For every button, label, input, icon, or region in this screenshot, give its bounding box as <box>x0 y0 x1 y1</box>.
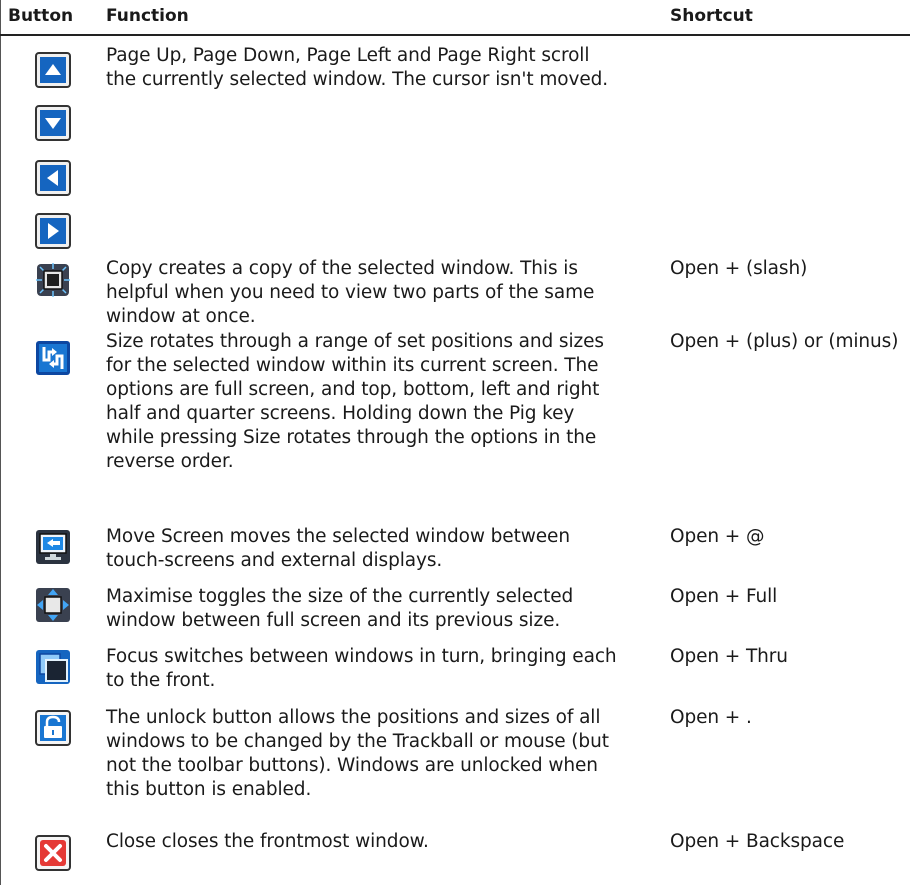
header-button: Button <box>8 6 74 26</box>
function-line: this button is enabled. <box>106 779 312 800</box>
row-unlock-function: The unlock button allows the positions a… <box>106 706 666 802</box>
row-move-screen-function: Move Screen moves the selected window be… <box>106 525 666 573</box>
function-line: helpful when you need to view two parts … <box>106 282 595 303</box>
focus-icon <box>35 649 71 685</box>
row-move-screen-shortcut: Open + @ <box>670 526 765 547</box>
function-line: Move Screen moves the selected window be… <box>106 526 570 547</box>
row-maximise-shortcut: Open + Full <box>670 586 778 607</box>
function-line: not the toolbar buttons). Windows are un… <box>106 755 598 776</box>
table-left-border <box>0 0 1 885</box>
function-line: Copy creates a copy of the selected wind… <box>106 258 578 279</box>
toolbar-buttons-table: Button Function Shortcut Page Up, Page D… <box>0 0 910 885</box>
function-line: half and quarter screens. Holding down t… <box>106 403 575 424</box>
header-shortcut: Shortcut <box>670 6 753 26</box>
function-line: while pressing Size rotates through the … <box>106 427 597 448</box>
function-line: Size rotates through a range of set posi… <box>106 331 604 352</box>
row-copy-shortcut: Open + (slash) <box>670 258 808 279</box>
header-function: Function <box>106 6 189 26</box>
page-left-icon <box>35 160 71 196</box>
function-line: Close closes the frontmost window. <box>106 831 429 852</box>
page-up-icon <box>35 52 71 88</box>
size-rotate-icon <box>35 340 71 376</box>
copy-window-icon <box>35 262 71 298</box>
maximise-icon <box>35 587 71 623</box>
function-line: window at once. <box>106 306 256 327</box>
row-close-function: Close closes the frontmost window. <box>106 830 666 854</box>
row-size-shortcut: Open + (plus) or (minus) <box>670 331 899 352</box>
function-line: to the front. <box>106 670 216 691</box>
function-line: Page Up, Page Down, Page Left and Page R… <box>106 45 590 66</box>
close-window-icon <box>35 835 71 871</box>
function-line: Maximise toggles the size of the current… <box>106 586 574 607</box>
page-down-icon <box>35 105 71 141</box>
function-line: window between full screen and its previ… <box>106 610 561 631</box>
row-unlock-shortcut: Open + . <box>670 707 752 728</box>
page-right-icon <box>35 213 71 249</box>
row-close-shortcut: Open + Backspace <box>670 831 845 852</box>
function-line: windows to be changed by the Trackball o… <box>106 731 609 752</box>
unlock-icon <box>35 710 71 746</box>
function-line: reverse order. <box>106 451 234 472</box>
function-line: options are full screen, and top, bottom… <box>106 379 600 400</box>
function-line: The unlock button allows the positions a… <box>106 707 601 728</box>
row-page-scroll-function: Page Up, Page Down, Page Left and Page R… <box>106 44 666 92</box>
function-line: the currently selected window. The curso… <box>106 69 609 90</box>
function-line: touch-screens and external displays. <box>106 550 443 571</box>
move-screen-icon <box>35 529 71 565</box>
row-focus-shortcut: Open + Thru <box>670 646 788 667</box>
row-size-function: Size rotates through a range of set posi… <box>106 330 666 474</box>
row-maximise-function: Maximise toggles the size of the current… <box>106 585 666 633</box>
row-focus-function: Focus switches between windows in turn, … <box>106 645 666 693</box>
function-line: Focus switches between windows in turn, … <box>106 646 617 667</box>
function-line: for the selected window within its curre… <box>106 355 599 376</box>
row-copy-function: Copy creates a copy of the selected wind… <box>106 257 666 329</box>
header-divider <box>0 34 910 36</box>
